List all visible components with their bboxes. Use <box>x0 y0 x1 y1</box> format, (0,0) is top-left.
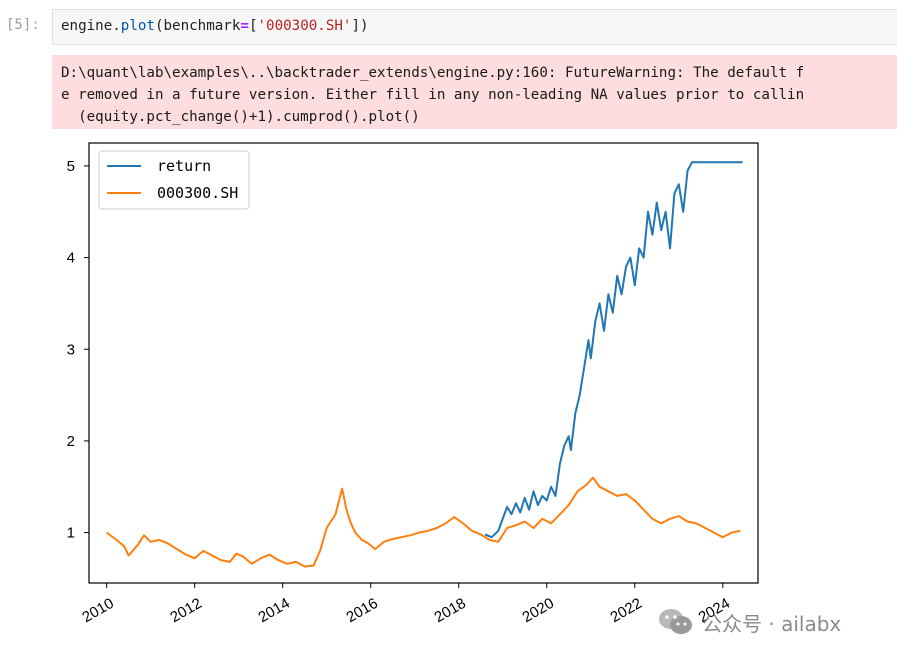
y-tick-label: 5 <box>67 158 75 175</box>
code-string: '000300.SH' <box>257 18 352 34</box>
line-chart: 12345 2010 2012 2014 2016 2018 2020 2022 2024 r… <box>67 142 759 626</box>
x-tick-label: 2012 <box>167 595 204 626</box>
x-tick-label: 2016 <box>343 595 380 626</box>
chart-legend: return 000300.SH <box>98 150 250 210</box>
code-close: ]) <box>351 18 369 34</box>
code-line: engine.plot(benchmark=['000300.SH']) <box>61 18 369 34</box>
warning-output: D:\quant\lab\examples\..\backtrader_exte… <box>52 55 897 129</box>
x-tick-label: 2014 <box>255 595 292 626</box>
y-tick-label: 2 <box>67 433 75 450</box>
code-function: plot <box>120 18 155 34</box>
warning-line-3: (equity.pct_change()+1).cumprod().plot() <box>61 109 420 125</box>
x-tick-label: 2022 <box>608 595 645 626</box>
legend-label-benchmark: 000300.SH <box>157 184 238 202</box>
code-input-cell[interactable]: engine.plot(benchmark=['000300.SH']) <box>52 9 897 45</box>
x-tick-label: 2010 <box>79 595 116 626</box>
warning-line-1: D:\quant\lab\examples\..\backtrader_exte… <box>61 65 805 81</box>
watermark: 公众号 · ailabx <box>656 606 841 638</box>
wechat-logo-icon <box>659 609 692 634</box>
x-tick-label: 2018 <box>432 595 469 626</box>
code-keyword-arg: benchmark <box>163 18 241 34</box>
code-object: engine <box>61 18 113 34</box>
watermark-text: 公众号 · ailabx <box>702 611 842 636</box>
warning-line-2: e removed in a future version. Either fi… <box>61 87 805 103</box>
x-axis-ticks: 2010 2012 2014 2016 2018 2020 2022 2024 <box>79 583 733 626</box>
code-equals: = <box>240 18 249 34</box>
cell-prompt: [5]: <box>6 17 40 33</box>
x-tick-label: 2020 <box>520 595 557 626</box>
legend-label-return: return <box>157 157 211 175</box>
code-dot: . <box>112 18 121 34</box>
y-tick-label: 1 <box>67 525 75 542</box>
y-tick-label: 3 <box>67 341 75 358</box>
y-tick-label: 4 <box>67 250 75 267</box>
y-axis-ticks: 1 2 3 4 5 <box>67 158 89 542</box>
warning-text: D:\quant\lab\examples\..\backtrader_exte… <box>61 62 804 128</box>
code-open-paren: ( <box>154 18 164 34</box>
